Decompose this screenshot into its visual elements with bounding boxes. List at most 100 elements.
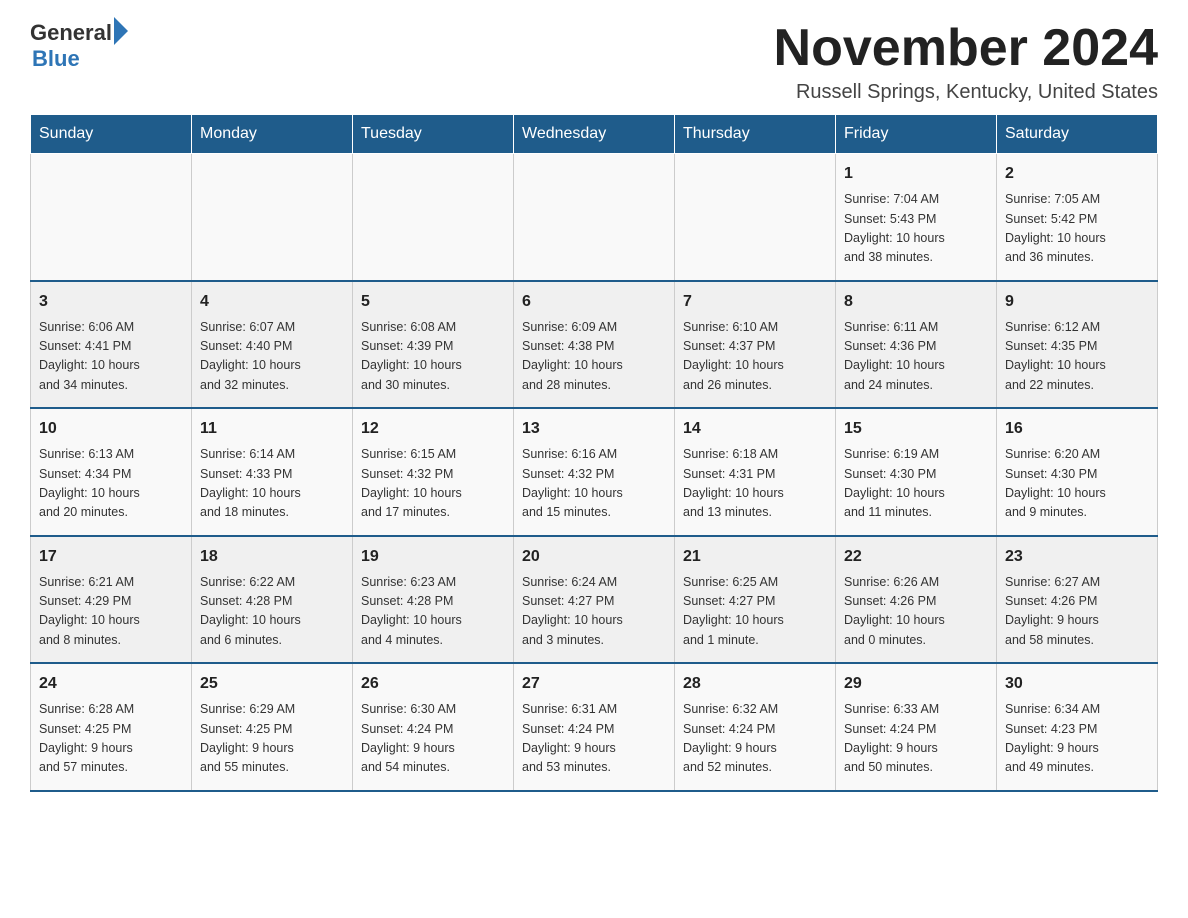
week-row-1: 1 Sunrise: 7:04 AMSunset: 5:43 PMDaylight… <box>31 154 1158 281</box>
day-number: 30 <box>1005 672 1149 696</box>
calendar-cell: 8 Sunrise: 6:11 AMSunset: 4:36 PMDaylight… <box>836 281 997 409</box>
calendar-cell: 6 Sunrise: 6:09 AMSunset: 4:38 PMDaylight… <box>514 281 675 409</box>
calendar-cell: 14Sunrise: 6:18 AMSunset: 4:31 PMDayligh… <box>675 408 836 536</box>
day-number: 17 <box>39 545 183 569</box>
calendar-cell: 25Sunrise: 6:29 AMSunset: 4:25 PMDayligh… <box>192 663 353 791</box>
logo-triangle-icon <box>114 17 128 45</box>
calendar-cell: 23Sunrise: 6:27 AMSunset: 4:26 PMDayligh… <box>997 536 1158 664</box>
day-number: 22 <box>844 545 988 569</box>
logo-general-text: General <box>30 20 112 46</box>
day-number: 1 <box>844 162 988 186</box>
day-info: Sunrise: 7:04 AMSunset: 5:43 PMDaylight:… <box>844 190 988 268</box>
header-cell-monday: Monday <box>192 115 353 154</box>
day-info: Sunrise: 6:23 AMSunset: 4:28 PMDaylight:… <box>361 573 505 651</box>
week-row-3: 10 Sunrise: 6:13 AMSunset: 4:34 PMDayligh… <box>31 408 1158 536</box>
day-number: 12 <box>361 417 505 441</box>
day-info: Sunrise: 6:28 AMSunset: 4:25 PMDaylight:… <box>39 700 183 778</box>
calendar-cell: 28Sunrise: 6:32 AMSunset: 4:24 PMDayligh… <box>675 663 836 791</box>
header-cell-thursday: Thursday <box>675 115 836 154</box>
calendar-cell: 7 Sunrise: 6:10 AMSunset: 4:37 PMDaylight… <box>675 281 836 409</box>
day-number: 5 <box>361 290 505 314</box>
week-row-4: 17 Sunrise: 6:21 AMSunset: 4:29 PMDayligh… <box>31 536 1158 664</box>
calendar-cell: 3 Sunrise: 6:06 AMSunset: 4:41 PMDaylight… <box>31 281 192 409</box>
calendar-cell <box>353 154 514 281</box>
calendar-cell: 19 Sunrise: 6:23 AMSunset: 4:28 PMDayligh… <box>353 536 514 664</box>
page-title: November 2024 <box>774 20 1158 77</box>
day-info: Sunrise: 6:31 AMSunset: 4:24 PMDaylight:… <box>522 700 666 778</box>
calendar-cell: 16 Sunrise: 6:20 AMSunset: 4:30 PMDayligh… <box>997 408 1158 536</box>
day-number: 29 <box>844 672 988 696</box>
calendar-cell: 24Sunrise: 6:28 AMSunset: 4:25 PMDayligh… <box>31 663 192 791</box>
day-number: 23 <box>1005 545 1149 569</box>
day-info: Sunrise: 6:15 AMSunset: 4:32 PMDaylight:… <box>361 445 505 523</box>
day-info: Sunrise: 6:34 AMSunset: 4:23 PMDaylight:… <box>1005 700 1149 778</box>
day-info: Sunrise: 6:09 AMSunset: 4:38 PMDaylight:… <box>522 318 666 396</box>
day-info: Sunrise: 6:26 AMSunset: 4:26 PMDaylight:… <box>844 573 988 651</box>
title-section: November 2024 Russell Springs, Kentucky,… <box>774 20 1158 104</box>
day-number: 15 <box>844 417 988 441</box>
calendar-cell: 11 Sunrise: 6:14 AMSunset: 4:33 PMDayligh… <box>192 408 353 536</box>
calendar-cell: 26Sunrise: 6:30 AMSunset: 4:24 PMDayligh… <box>353 663 514 791</box>
calendar-cell: 13Sunrise: 6:16 AMSunset: 4:32 PMDayligh… <box>514 408 675 536</box>
calendar-cell: 2 Sunrise: 7:05 AMSunset: 5:42 PMDaylight… <box>997 154 1158 281</box>
calendar-cell <box>192 154 353 281</box>
calendar-cell: 12 Sunrise: 6:15 AMSunset: 4:32 PMDayligh… <box>353 408 514 536</box>
day-info: Sunrise: 6:14 AMSunset: 4:33 PMDaylight:… <box>200 445 344 523</box>
day-info: Sunrise: 6:19 AMSunset: 4:30 PMDaylight:… <box>844 445 988 523</box>
day-number: 13 <box>522 417 666 441</box>
day-number: 8 <box>844 290 988 314</box>
day-number: 18 <box>200 545 344 569</box>
day-number: 4 <box>200 290 344 314</box>
day-number: 6 <box>522 290 666 314</box>
day-number: 16 <box>1005 417 1149 441</box>
day-number: 7 <box>683 290 827 314</box>
header-cell-tuesday: Tuesday <box>353 115 514 154</box>
calendar-cell <box>514 154 675 281</box>
calendar-cell <box>31 154 192 281</box>
day-number: 27 <box>522 672 666 696</box>
calendar-body: 1 Sunrise: 7:04 AMSunset: 5:43 PMDaylight… <box>31 154 1158 791</box>
day-info: Sunrise: 6:13 AMSunset: 4:34 PMDaylight:… <box>39 445 183 523</box>
calendar-cell: 15 Sunrise: 6:19 AMSunset: 4:30 PMDayligh… <box>836 408 997 536</box>
day-info: Sunrise: 6:18 AMSunset: 4:31 PMDaylight:… <box>683 445 827 523</box>
day-number: 2 <box>1005 162 1149 186</box>
day-info: Sunrise: 6:07 AMSunset: 4:40 PMDaylight:… <box>200 318 344 396</box>
day-info: Sunrise: 6:06 AMSunset: 4:41 PMDaylight:… <box>39 318 183 396</box>
page-subtitle: Russell Springs, Kentucky, United States <box>774 81 1158 104</box>
day-info: Sunrise: 6:33 AMSunset: 4:24 PMDaylight:… <box>844 700 988 778</box>
calendar-table: SundayMondayTuesdayWednesdayThursdayFrid… <box>30 114 1158 792</box>
calendar-cell: 18 Sunrise: 6:22 AMSunset: 4:28 PMDayligh… <box>192 536 353 664</box>
day-info: Sunrise: 6:11 AMSunset: 4:36 PMDaylight:… <box>844 318 988 396</box>
day-info: Sunrise: 6:22 AMSunset: 4:28 PMDaylight:… <box>200 573 344 651</box>
calendar-cell: 5 Sunrise: 6:08 AMSunset: 4:39 PMDaylight… <box>353 281 514 409</box>
header-cell-sunday: Sunday <box>31 115 192 154</box>
week-row-5: 24Sunrise: 6:28 AMSunset: 4:25 PMDayligh… <box>31 663 1158 791</box>
calendar-cell: 9 Sunrise: 6:12 AMSunset: 4:35 PMDaylight… <box>997 281 1158 409</box>
day-number: 3 <box>39 290 183 314</box>
calendar-cell: 30 Sunrise: 6:34 AMSunset: 4:23 PMDayligh… <box>997 663 1158 791</box>
calendar-cell: 21Sunrise: 6:25 AMSunset: 4:27 PMDayligh… <box>675 536 836 664</box>
day-info: Sunrise: 7:05 AMSunset: 5:42 PMDaylight:… <box>1005 190 1149 268</box>
header-cell-friday: Friday <box>836 115 997 154</box>
header-row: SundayMondayTuesdayWednesdayThursdayFrid… <box>31 115 1158 154</box>
day-number: 10 <box>39 417 183 441</box>
day-info: Sunrise: 6:21 AMSunset: 4:29 PMDaylight:… <box>39 573 183 651</box>
day-info: Sunrise: 6:10 AMSunset: 4:37 PMDaylight:… <box>683 318 827 396</box>
day-number: 20 <box>522 545 666 569</box>
calendar-cell: 22 Sunrise: 6:26 AMSunset: 4:26 PMDayligh… <box>836 536 997 664</box>
page-header: General Blue November 2024 Russell Sprin… <box>30 20 1158 104</box>
calendar-cell: 29 Sunrise: 6:33 AMSunset: 4:24 PMDayligh… <box>836 663 997 791</box>
logo: General Blue <box>30 20 128 72</box>
calendar-cell: 20Sunrise: 6:24 AMSunset: 4:27 PMDayligh… <box>514 536 675 664</box>
logo-blue-text: Blue <box>32 46 128 72</box>
day-info: Sunrise: 6:12 AMSunset: 4:35 PMDaylight:… <box>1005 318 1149 396</box>
day-number: 25 <box>200 672 344 696</box>
day-info: Sunrise: 6:08 AMSunset: 4:39 PMDaylight:… <box>361 318 505 396</box>
calendar-cell: 1 Sunrise: 7:04 AMSunset: 5:43 PMDaylight… <box>836 154 997 281</box>
calendar-header: SundayMondayTuesdayWednesdayThursdayFrid… <box>31 115 1158 154</box>
day-number: 9 <box>1005 290 1149 314</box>
day-info: Sunrise: 6:20 AMSunset: 4:30 PMDaylight:… <box>1005 445 1149 523</box>
day-number: 28 <box>683 672 827 696</box>
day-number: 19 <box>361 545 505 569</box>
day-number: 11 <box>200 417 344 441</box>
